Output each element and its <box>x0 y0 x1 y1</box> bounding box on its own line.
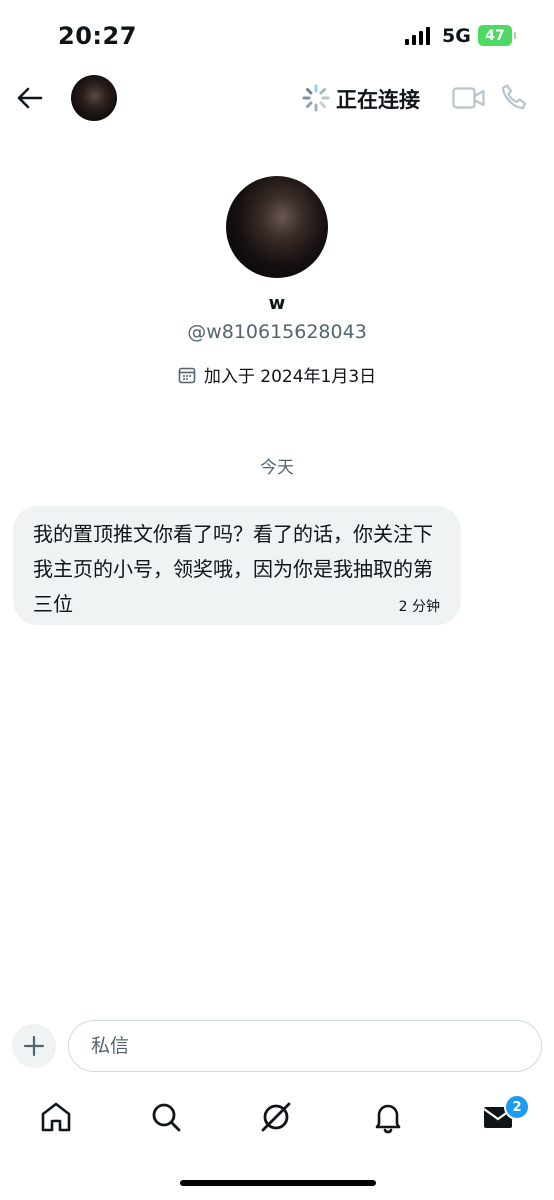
calendar-icon <box>178 367 196 383</box>
day-separator: 今天 <box>260 458 294 478</box>
home-indicator[interactable] <box>180 1180 376 1186</box>
profile-handle: @w810615628043 <box>187 321 367 343</box>
network-type: 5G <box>442 25 471 47</box>
battery-level: 47 <box>485 27 505 44</box>
home-icon[interactable] <box>38 1099 74 1135</box>
phone-call-icon[interactable] <box>500 83 528 111</box>
loading-spinner-icon <box>302 84 330 112</box>
header-avatar[interactable] <box>71 75 117 121</box>
search-icon[interactable] <box>148 1099 184 1135</box>
message-input-container[interactable] <box>68 1020 542 1072</box>
joined-date: 加入于 2024年1月3日 <box>0 362 554 387</box>
joined-text: 加入于 2024年1月3日 <box>203 367 377 387</box>
notifications-icon[interactable] <box>370 1099 406 1135</box>
battery-icon: 47 <box>478 25 516 46</box>
plus-icon <box>23 1035 45 1057</box>
messages-badge: 2 <box>504 1094 530 1120</box>
back-arrow-icon[interactable] <box>14 82 46 114</box>
grok-icon[interactable] <box>258 1099 294 1135</box>
status-time: 20:27 <box>58 22 137 50</box>
add-media-button[interactable] <box>12 1024 56 1068</box>
profile-avatar[interactable] <box>226 176 328 278</box>
video-call-icon[interactable] <box>452 86 486 110</box>
message-time: 2 分钟 <box>398 599 440 615</box>
profile-display-name: w <box>268 293 286 314</box>
message-input[interactable] <box>91 1033 511 1059</box>
signal-icon <box>405 27 430 45</box>
connection-status: 正在连接 <box>336 88 420 112</box>
